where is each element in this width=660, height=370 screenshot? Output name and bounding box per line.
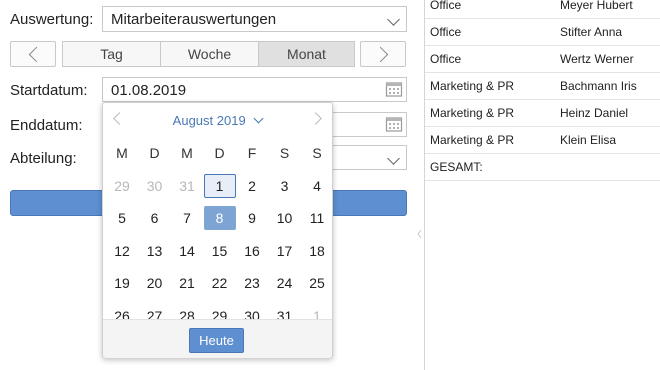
name-cell: Heinz Daniel (560, 106, 629, 120)
auswertung-label: Auswertung: (10, 11, 94, 28)
calendar-day[interactable]: 31 (171, 174, 203, 198)
chevron-down-icon (387, 13, 400, 26)
weekday-header: M (181, 145, 193, 161)
total-label: GESAMT: (430, 160, 483, 174)
total-row: GESAMT: (425, 153, 660, 181)
table-row[interactable]: Marketing & PR Heinz Daniel (425, 99, 660, 127)
department-cell: Marketing & PR (430, 133, 515, 147)
next-period-button[interactable] (360, 41, 406, 67)
calendar-day[interactable]: 19 (106, 271, 138, 295)
weekday-header: D (214, 145, 225, 161)
datepicker-header: August 2019 (103, 103, 332, 137)
today-button[interactable]: Heute (189, 328, 244, 353)
employee-table: Office Meyer Hubert Office Stifter Anna … (424, 0, 660, 370)
calendar-day[interactable]: 17 (269, 239, 301, 263)
datepicker-footer: Heute (103, 319, 332, 358)
table-row[interactable]: Office Wertz Werner (425, 45, 660, 73)
calendar-day[interactable]: 11 (301, 206, 333, 230)
previous-period-button[interactable] (10, 41, 56, 67)
weekday-header: S (279, 145, 290, 161)
name-cell: Meyer Hubert (560, 0, 633, 12)
name-cell: Wertz Werner (560, 52, 634, 66)
department-cell: Marketing & PR (430, 106, 515, 120)
table-row[interactable]: Office Meyer Hubert (425, 0, 660, 19)
weekday-header: F (247, 145, 257, 161)
calendar-day[interactable]: 16 (236, 239, 268, 263)
calendar-day[interactable]: 10 (269, 206, 301, 230)
calendar-day[interactable]: 6 (139, 206, 171, 230)
calendar-day[interactable]: 1 (203, 173, 236, 198)
calendar-day[interactable]: 18 (301, 239, 333, 263)
calendar-day[interactable]: 13 (139, 239, 171, 263)
calendar-day[interactable]: 15 (204, 239, 236, 263)
table-row[interactable]: Marketing & PR Klein Elisa (425, 126, 660, 154)
calendar-day[interactable]: 20 (139, 271, 171, 295)
month-label: August 2019 (172, 113, 246, 128)
calendar-day[interactable]: 24 (269, 271, 301, 295)
tab-tag[interactable]: Tag (62, 41, 161, 67)
name-cell: Bachmann Iris (560, 79, 637, 93)
calendar-day[interactable]: 12 (106, 239, 138, 263)
calendar-day[interactable]: 3 (269, 174, 301, 198)
month-selector[interactable]: August 2019 (103, 113, 332, 128)
calendar-day[interactable]: 5 (106, 206, 138, 230)
startdatum-value: 01.08.2019 (111, 82, 187, 99)
splitter-handle[interactable] (417, 226, 422, 239)
calendar-day[interactable]: 4 (301, 174, 333, 198)
calendar-day[interactable]: 8 (203, 206, 236, 230)
weekday-header: D (149, 145, 160, 161)
calendar-icon[interactable] (385, 115, 403, 133)
enddatum-label: Enddatum: (10, 117, 83, 134)
calendar-day[interactable]: 29 (106, 174, 138, 198)
department-cell: Office (430, 52, 462, 66)
name-cell: Stifter Anna (560, 25, 623, 39)
tab-monat[interactable]: Monat (258, 41, 355, 67)
table-row[interactable]: Office Stifter Anna (425, 18, 660, 46)
calendar-day[interactable]: 25 (301, 271, 333, 295)
auswertung-select[interactable]: Mitarbeiterauswertungen (102, 6, 407, 32)
department-cell: Marketing & PR (430, 79, 515, 93)
startdatum-label: Startdatum: (10, 82, 88, 99)
name-cell: Klein Elisa (560, 133, 617, 147)
abteilung-label: Abteilung: (10, 150, 77, 167)
calendar-day[interactable]: 30 (139, 174, 171, 198)
datepicker-popup: August 2019 M D M D F S S 29 30 31 1 2 3 4 5 6 7 8 9 10 11 12… (102, 102, 333, 358)
department-cell: Office (430, 25, 462, 39)
calendar-day[interactable]: 23 (236, 271, 268, 295)
weekday-header: M (116, 145, 128, 161)
calendar-day[interactable]: 7 (171, 206, 203, 230)
chevron-down-icon (387, 152, 400, 165)
chevron-right-icon (372, 46, 389, 63)
chevron-down-icon (253, 113, 264, 124)
auswertung-value: Mitarbeiterauswertungen (111, 11, 277, 28)
calendar-day[interactable]: 22 (204, 271, 236, 295)
startdatum-input[interactable]: 01.08.2019 (102, 77, 407, 102)
calendar-day[interactable]: 21 (171, 271, 203, 295)
calendar-day[interactable]: 2 (236, 174, 268, 198)
calendar-day[interactable]: 9 (236, 206, 268, 230)
chevron-left-icon (28, 46, 45, 63)
table-row[interactable]: Marketing & PR Bachmann Iris (425, 72, 660, 100)
calendar-day[interactable]: 14 (171, 239, 203, 263)
tab-woche[interactable]: Woche (160, 41, 259, 67)
department-cell: Office (430, 0, 462, 12)
weekday-header: S (312, 145, 322, 161)
calendar-icon[interactable] (385, 80, 403, 98)
